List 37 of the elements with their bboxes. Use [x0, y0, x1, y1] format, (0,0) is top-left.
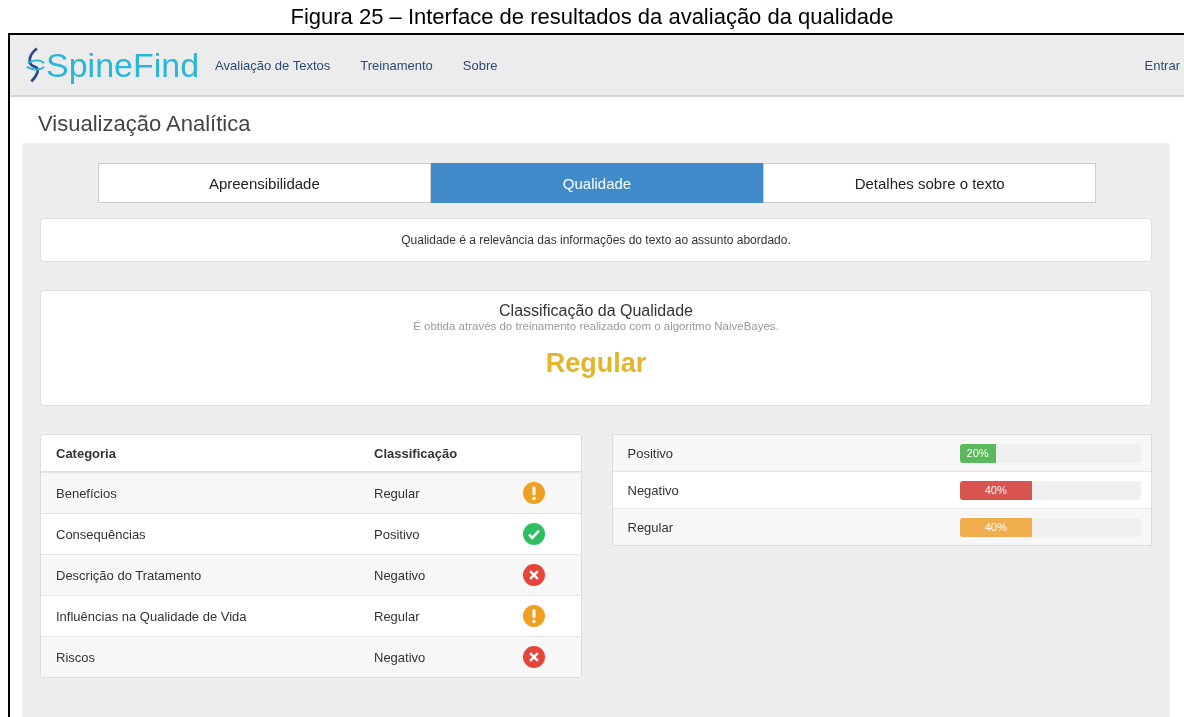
- nav-link[interactable]: Avaliação de Textos: [215, 57, 331, 73]
- table-cell-text: Consequências: [56, 526, 147, 542]
- bar-label: Positivo: [627, 445, 675, 461]
- table-cell-text: Negativo: [374, 567, 427, 583]
- table-cell-text: Benefícios: [56, 485, 118, 501]
- classification-title: Classificação da Qualidade: [498, 302, 694, 320]
- progress-reading: 20%: [966, 447, 989, 459]
- check-icon: [523, 523, 545, 545]
- table-cell-text: Regular: [374, 485, 421, 501]
- progress-reading: 40%: [984, 484, 1007, 496]
- table-cell-text: Descrição do Tratamento: [56, 567, 203, 583]
- bar-label: Regular: [627, 519, 675, 535]
- description-text: Qualidade é a relevância das informações do texto ao assunto abordado.: [401, 233, 791, 247]
- page-title: Visualização Analítica: [37, 110, 252, 138]
- nav-link[interactable]: Treinamento: [360, 57, 433, 73]
- tab[interactable]: Qualidade: [430, 163, 764, 203]
- classification-result: Regular: [544, 348, 648, 379]
- bar-label: Negativo: [627, 482, 680, 498]
- table-cell-text: Negativo: [374, 649, 427, 665]
- warning-icon: [523, 605, 545, 627]
- spine-logo-icon: [24, 45, 46, 85]
- warning-icon: [523, 482, 545, 504]
- table-cell-text: Influências na Qualidade de Vida: [56, 608, 248, 624]
- column-header: Classificação: [374, 445, 459, 461]
- figure-caption: Figura 25 – Interface de resultados da avaliação da qualidade: [289, 3, 895, 31]
- login-link[interactable]: Entrar: [1144, 57, 1180, 73]
- column-header: Categoria: [56, 445, 117, 461]
- progress-reading: 40%: [984, 521, 1007, 533]
- table-cell-text: Positivo: [374, 526, 421, 542]
- nav-link[interactable]: Sobre: [462, 57, 498, 73]
- table-cell-text: Regular: [374, 608, 421, 624]
- tab[interactable]: Detalhes sobre o texto: [763, 163, 1096, 203]
- error-icon: [523, 564, 545, 586]
- error-icon: [523, 646, 545, 668]
- tab[interactable]: Apreensibilidade: [98, 163, 431, 203]
- table-cell-text: Riscos: [56, 649, 96, 665]
- classification-subtitle: É obtida através do treinamento realizado com o algoritmo NaiveBayes.: [412, 320, 780, 332]
